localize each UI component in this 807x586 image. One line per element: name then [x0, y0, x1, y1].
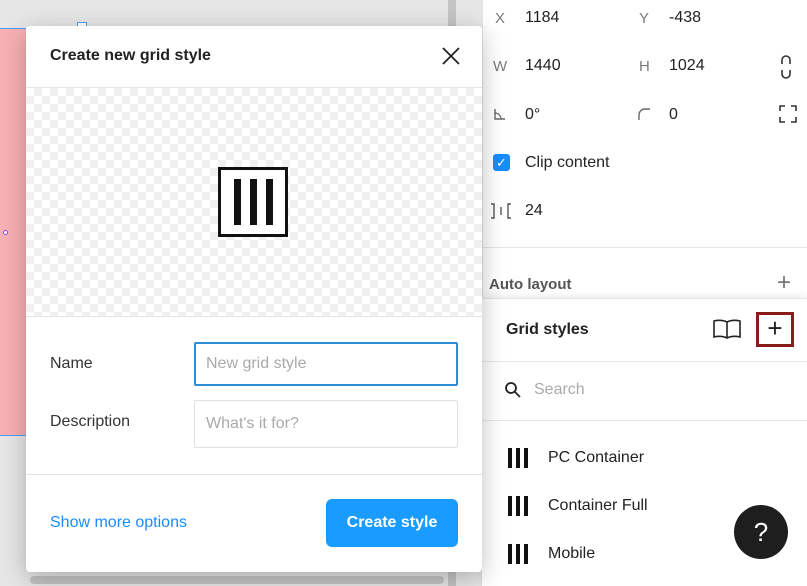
- spacing-icon: [491, 203, 511, 219]
- create-grid-style-modal: Create new grid style Name Description S…: [26, 26, 482, 572]
- canvas-point: [3, 230, 8, 235]
- add-auto-layout-icon[interactable]: +: [777, 270, 791, 296]
- independent-corners-icon[interactable]: [779, 105, 797, 123]
- help-button[interactable]: ?: [734, 505, 788, 559]
- grid-style-item[interactable]: Container Full: [508, 494, 648, 518]
- grid-style-icon: [508, 544, 528, 564]
- grid-styles-search-input[interactable]: [534, 381, 774, 399]
- auto-layout-title: Auto layout: [489, 276, 572, 293]
- grid-style-item[interactable]: Mobile: [508, 542, 595, 566]
- clip-content-checkbox[interactable]: ✓: [493, 154, 510, 171]
- x-label: X: [495, 10, 506, 27]
- divider: [26, 474, 482, 475]
- w-value[interactable]: 1440: [525, 57, 561, 75]
- panel-divider: [483, 247, 807, 248]
- corner-radius-icon: [638, 108, 650, 120]
- h-value[interactable]: 1024: [669, 57, 705, 75]
- grid-style-icon: [508, 448, 528, 468]
- grid-style-preview: [26, 87, 482, 317]
- h-label: H: [639, 58, 650, 75]
- rotation-value[interactable]: 0°: [525, 106, 540, 124]
- create-style-button[interactable]: Create style: [326, 499, 458, 547]
- description-input[interactable]: [194, 400, 458, 448]
- close-icon[interactable]: [440, 45, 462, 67]
- grid-style-label: Container Full: [548, 497, 648, 514]
- name-input[interactable]: [194, 342, 458, 386]
- grid-style-label: PC Container: [548, 449, 645, 466]
- clip-content-label: Clip content: [525, 154, 610, 171]
- add-grid-style-button[interactable]: +: [756, 312, 794, 347]
- show-more-options-link[interactable]: Show more options: [50, 514, 187, 532]
- w-label: W: [493, 58, 508, 75]
- search-icon: [505, 382, 521, 398]
- y-label: Y: [639, 10, 650, 27]
- x-value[interactable]: 1184: [525, 9, 559, 27]
- grid-styles-title: Grid styles: [506, 321, 589, 338]
- description-label: Description: [50, 413, 131, 430]
- divider: [482, 361, 807, 362]
- grid-style-icon: [508, 496, 528, 516]
- grid-style-item[interactable]: PC Container: [508, 446, 644, 470]
- constrain-proportions-icon[interactable]: [779, 55, 793, 79]
- divider: [482, 420, 807, 421]
- corner-radius-value[interactable]: 0: [669, 106, 678, 124]
- layout-grid-icon: [218, 167, 288, 237]
- book-icon[interactable]: [712, 317, 742, 341]
- y-value[interactable]: -438: [669, 9, 701, 27]
- name-label: Name: [50, 355, 93, 372]
- grid-style-label: Mobile: [548, 545, 596, 562]
- horizontal-scrollbar[interactable]: [30, 576, 444, 584]
- modal-title: Create new grid style: [50, 47, 211, 64]
- rotation-icon: [494, 109, 505, 120]
- spacing-value[interactable]: 24: [525, 202, 543, 220]
